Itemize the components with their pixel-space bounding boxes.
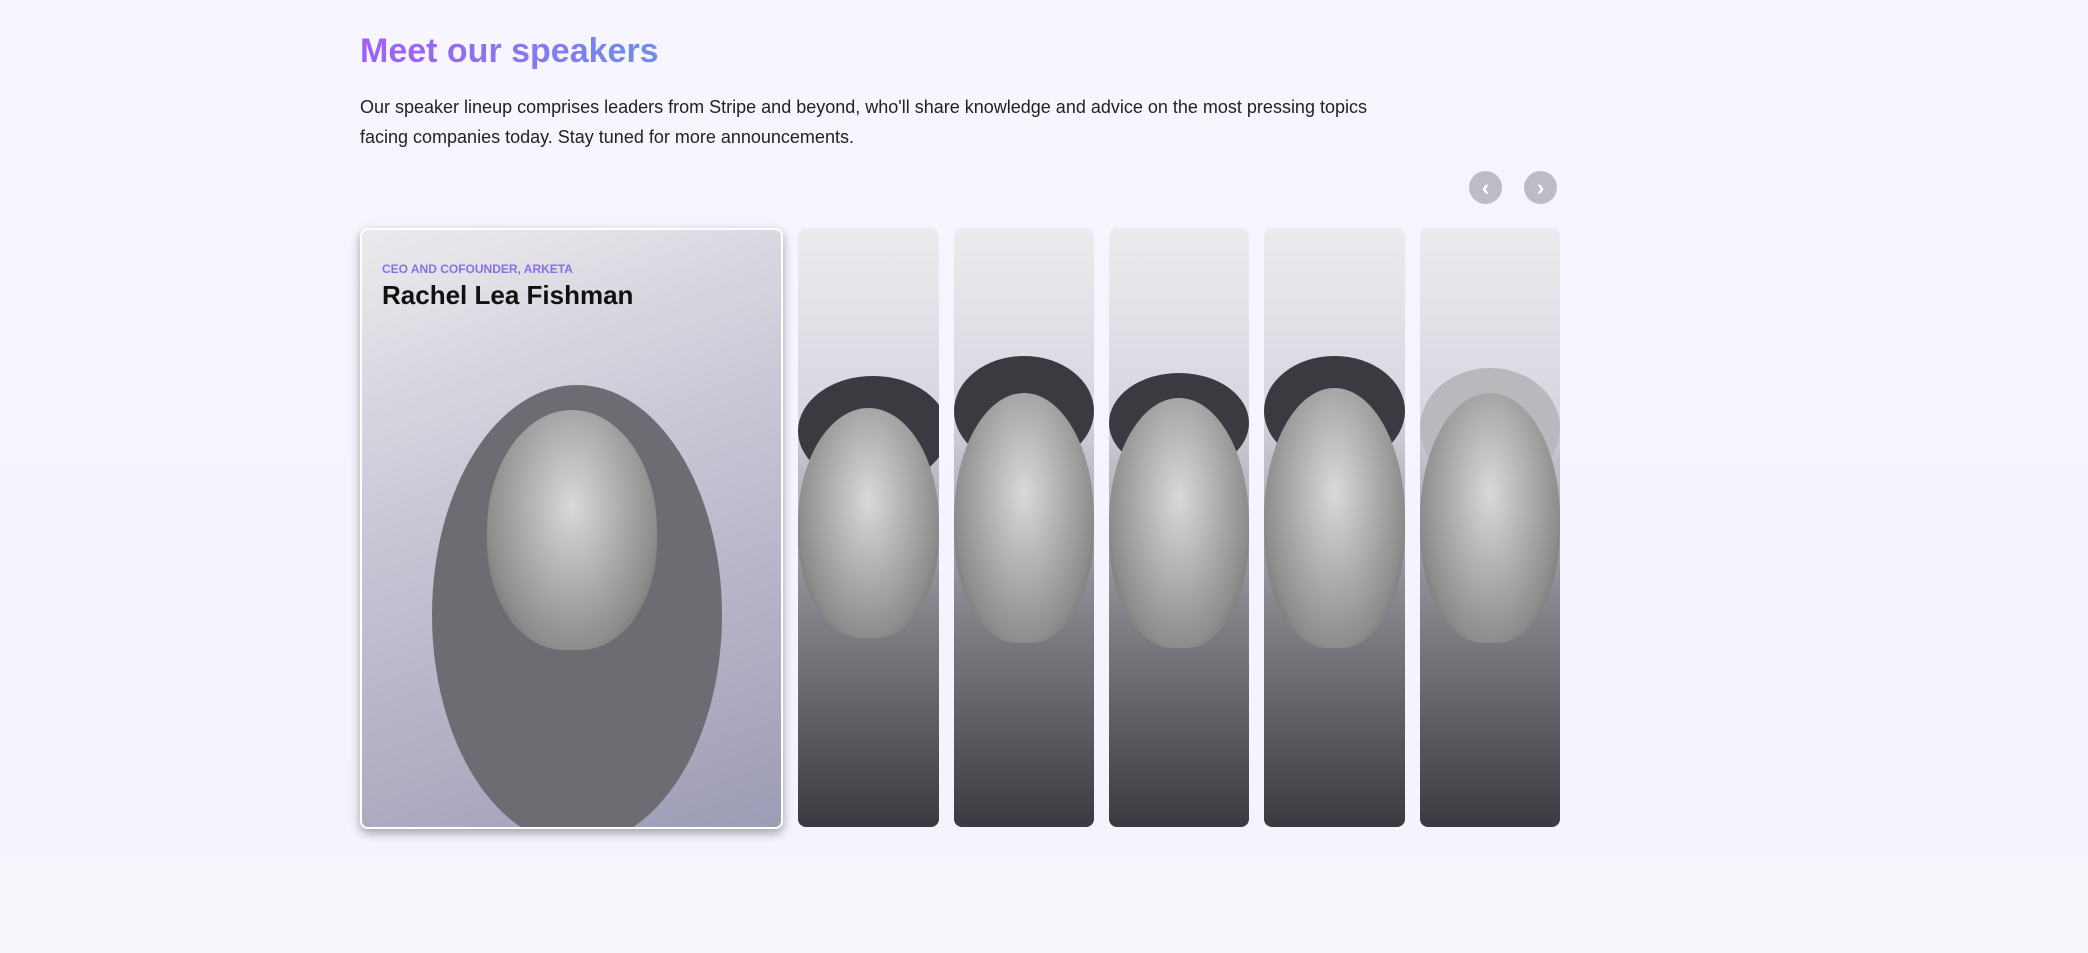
- speaker-card[interactable]: [1109, 228, 1249, 827]
- speaker-card-active[interactable]: CEO AND COFOUNDER, ARKETA Rachel Lea Fis…: [360, 228, 783, 829]
- section-title: Meet our speakers: [360, 32, 659, 70]
- speaker-card[interactable]: [954, 228, 1094, 827]
- speaker-card[interactable]: [798, 228, 939, 827]
- speaker-photo: [1420, 228, 1560, 827]
- speaker-role: CEO AND COFOUNDER, ARKETA: [382, 262, 573, 276]
- speaker-name: Rachel Lea Fishman: [382, 280, 634, 310]
- carousel-prev-button[interactable]: ‹: [1469, 171, 1502, 204]
- speaker-card[interactable]: [1420, 228, 1560, 827]
- speaker-photo: [798, 228, 939, 827]
- carousel-next-button[interactable]: ›: [1524, 171, 1557, 204]
- speaker-photo: [1109, 228, 1249, 827]
- speaker-photo: [1264, 228, 1405, 827]
- chevron-right-icon: ›: [1536, 174, 1545, 200]
- speaker-photo: [362, 230, 781, 827]
- speaker-card[interactable]: [1264, 228, 1405, 827]
- chevron-left-icon: ‹: [1481, 174, 1490, 200]
- speaker-photo: [954, 228, 1094, 827]
- section-description: Our speaker lineup comprises leaders fro…: [360, 97, 1367, 147]
